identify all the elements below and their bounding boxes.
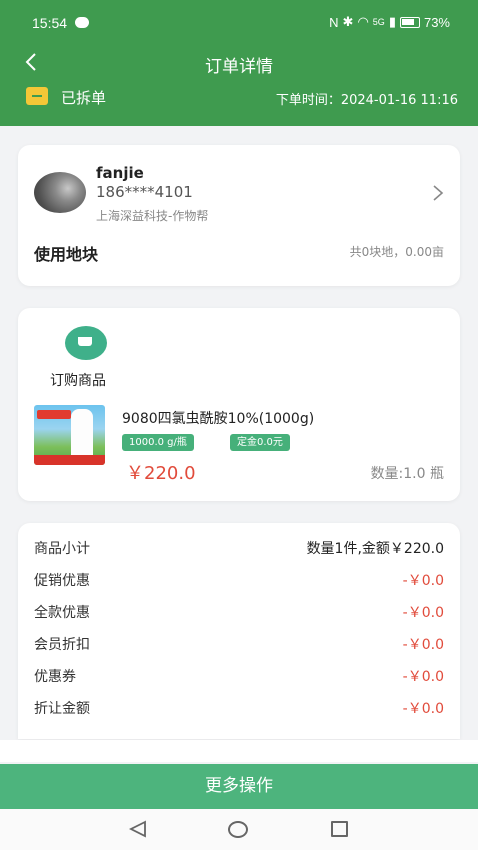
user-card[interactable]: fanjie 186****4101 上海深益科技-作物帮 使用地块 共0块地，…	[18, 145, 460, 286]
summary-row-subtotal: 商品小计 数量1件,金额￥220.0	[34, 535, 444, 559]
summary-value: -￥0.0	[402, 605, 444, 621]
system-nav-bar	[0, 809, 478, 850]
more-actions-button[interactable]: 更多操作	[0, 764, 478, 809]
nav-recent-icon[interactable]	[331, 821, 348, 837]
summary-value: -￥0.0	[402, 669, 444, 685]
avatar	[34, 172, 86, 213]
bottom-separator	[0, 740, 478, 762]
goods-bag-icon	[65, 326, 107, 360]
product-name[interactable]: 9080四氯虫酰胺10%(1000g)	[122, 408, 314, 428]
land-label: 使用地块	[34, 245, 99, 264]
product-quantity: 数量:1.0 瓶	[370, 466, 444, 482]
deposit-chip: 定金0.0元	[230, 434, 290, 451]
summary-label: 全款优惠	[34, 605, 90, 621]
summary-label: 商品小计	[34, 541, 90, 557]
summary-row-allowance: 折让金额 -￥0.0	[34, 695, 444, 719]
land-summary: 共0块地，0.00亩	[349, 245, 444, 259]
nfc-icon: N	[329, 14, 339, 30]
status-bar: 15:54 N ✱ ◠ 5G ▮ 73%	[0, 0, 478, 46]
summary-value: -￥0.0	[402, 573, 444, 589]
summary-row-promotion: 促销优惠 -￥0.0	[34, 567, 444, 591]
summary-value: -￥0.0	[402, 637, 444, 653]
summary-row-full-payment: 全款优惠 -￥0.0	[34, 599, 444, 623]
user-name: fanjie	[96, 164, 144, 182]
summary-value: -￥0.0	[402, 701, 444, 717]
battery-icon	[399, 16, 420, 28]
status-indicators: N ✱ ◠ 5G ▮ 73%	[329, 14, 450, 30]
status-time: 15:54	[32, 15, 68, 31]
chat-icon	[75, 17, 89, 28]
battery-percent: 73%	[423, 14, 450, 30]
order-time: 下单时间：2024-01-16 11:16	[275, 93, 458, 108]
order-status-icon	[26, 87, 48, 105]
order-status: 已拆单	[61, 89, 107, 107]
goods-card: 订购商品 9080四氯虫酰胺10%(1000g) 1000.0 g/瓶 定金0.…	[18, 308, 460, 501]
chevron-right-icon[interactable]	[430, 183, 446, 203]
product-price: ￥220.0	[126, 463, 196, 484]
user-phone: 186****4101	[96, 183, 193, 201]
wifi-icon: ◠	[357, 14, 369, 29]
summary-row-coupon: 优惠券 -￥0.0	[34, 663, 444, 687]
nav-back-icon[interactable]	[128, 820, 148, 838]
summary-card: 商品小计 数量1件,金额￥220.0 促销优惠 -￥0.0 全款优惠 -￥0.0…	[18, 523, 460, 739]
summary-label: 会员折扣	[34, 637, 90, 653]
summary-label: 折让金额	[34, 701, 90, 717]
page-title: 订单详情	[205, 57, 273, 77]
nav-home-icon[interactable]	[228, 821, 248, 838]
user-company: 上海深益科技-作物帮	[96, 209, 209, 223]
signal-icon: ▮	[388, 14, 396, 29]
summary-label: 促销优惠	[34, 573, 90, 589]
summary-label: 优惠券	[34, 669, 76, 685]
product-image[interactable]	[34, 405, 105, 465]
summary-value: 数量1件,金额￥220.0	[306, 541, 444, 557]
summary-row-member-discount: 会员折扣 -￥0.0	[34, 631, 444, 655]
network-label: 5G	[372, 17, 385, 27]
header: 15:54 N ✱ ◠ 5G ▮ 73% 订单详情 已拆单 下单时间：2024-…	[0, 0, 478, 126]
goods-section-label: 订购商品	[50, 373, 106, 389]
bluetooth-icon: ✱	[342, 14, 354, 29]
spec-chip: 1000.0 g/瓶	[122, 434, 194, 451]
